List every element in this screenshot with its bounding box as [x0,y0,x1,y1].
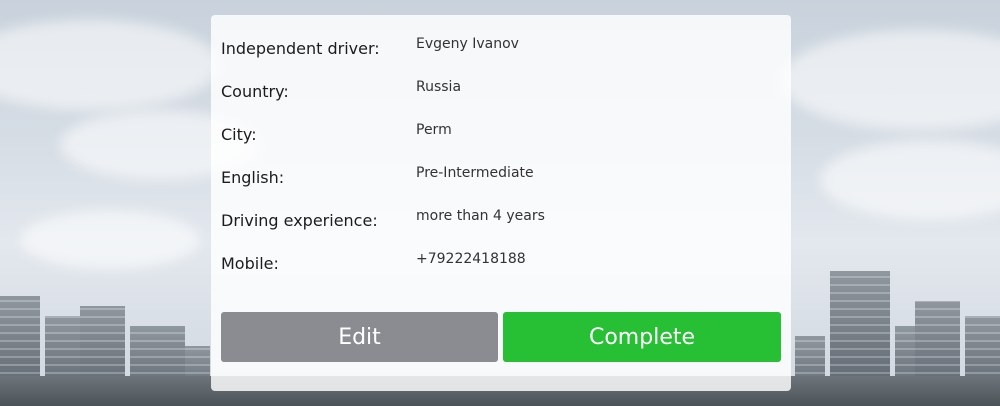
experience-label: Driving experience: [221,211,378,230]
english-value: Pre-Intermediate [416,165,534,181]
edit-button[interactable]: Edit [221,312,498,362]
driver-label: Independent driver: [221,39,380,58]
mobile-value: +79222418188 [416,251,526,267]
driver-value: Evgeny Ivanov [416,36,519,52]
country-label: Country: [221,82,289,101]
country-value: Russia [416,79,462,95]
profile-row-country: Country: Russia [221,58,781,101]
profile-row-english: English: Pre-Intermediate [221,144,781,187]
profile-row-mobile: Mobile: +79222418188 [221,230,781,273]
profile-row-driver: Independent driver: Evgeny Ivanov [221,15,781,58]
experience-value: more than 4 years [416,208,545,224]
city-label: City: [221,125,257,144]
profile-row-city: City: Perm [221,101,781,144]
driver-profile-card: Independent driver: Evgeny Ivanov Countr… [211,15,791,391]
profile-row-experience: Driving experience: more than 4 years [221,187,781,230]
complete-button[interactable]: Complete [503,312,781,362]
mobile-label: Mobile: [221,254,279,273]
city-value: Perm [416,122,452,138]
english-label: English: [221,168,285,187]
